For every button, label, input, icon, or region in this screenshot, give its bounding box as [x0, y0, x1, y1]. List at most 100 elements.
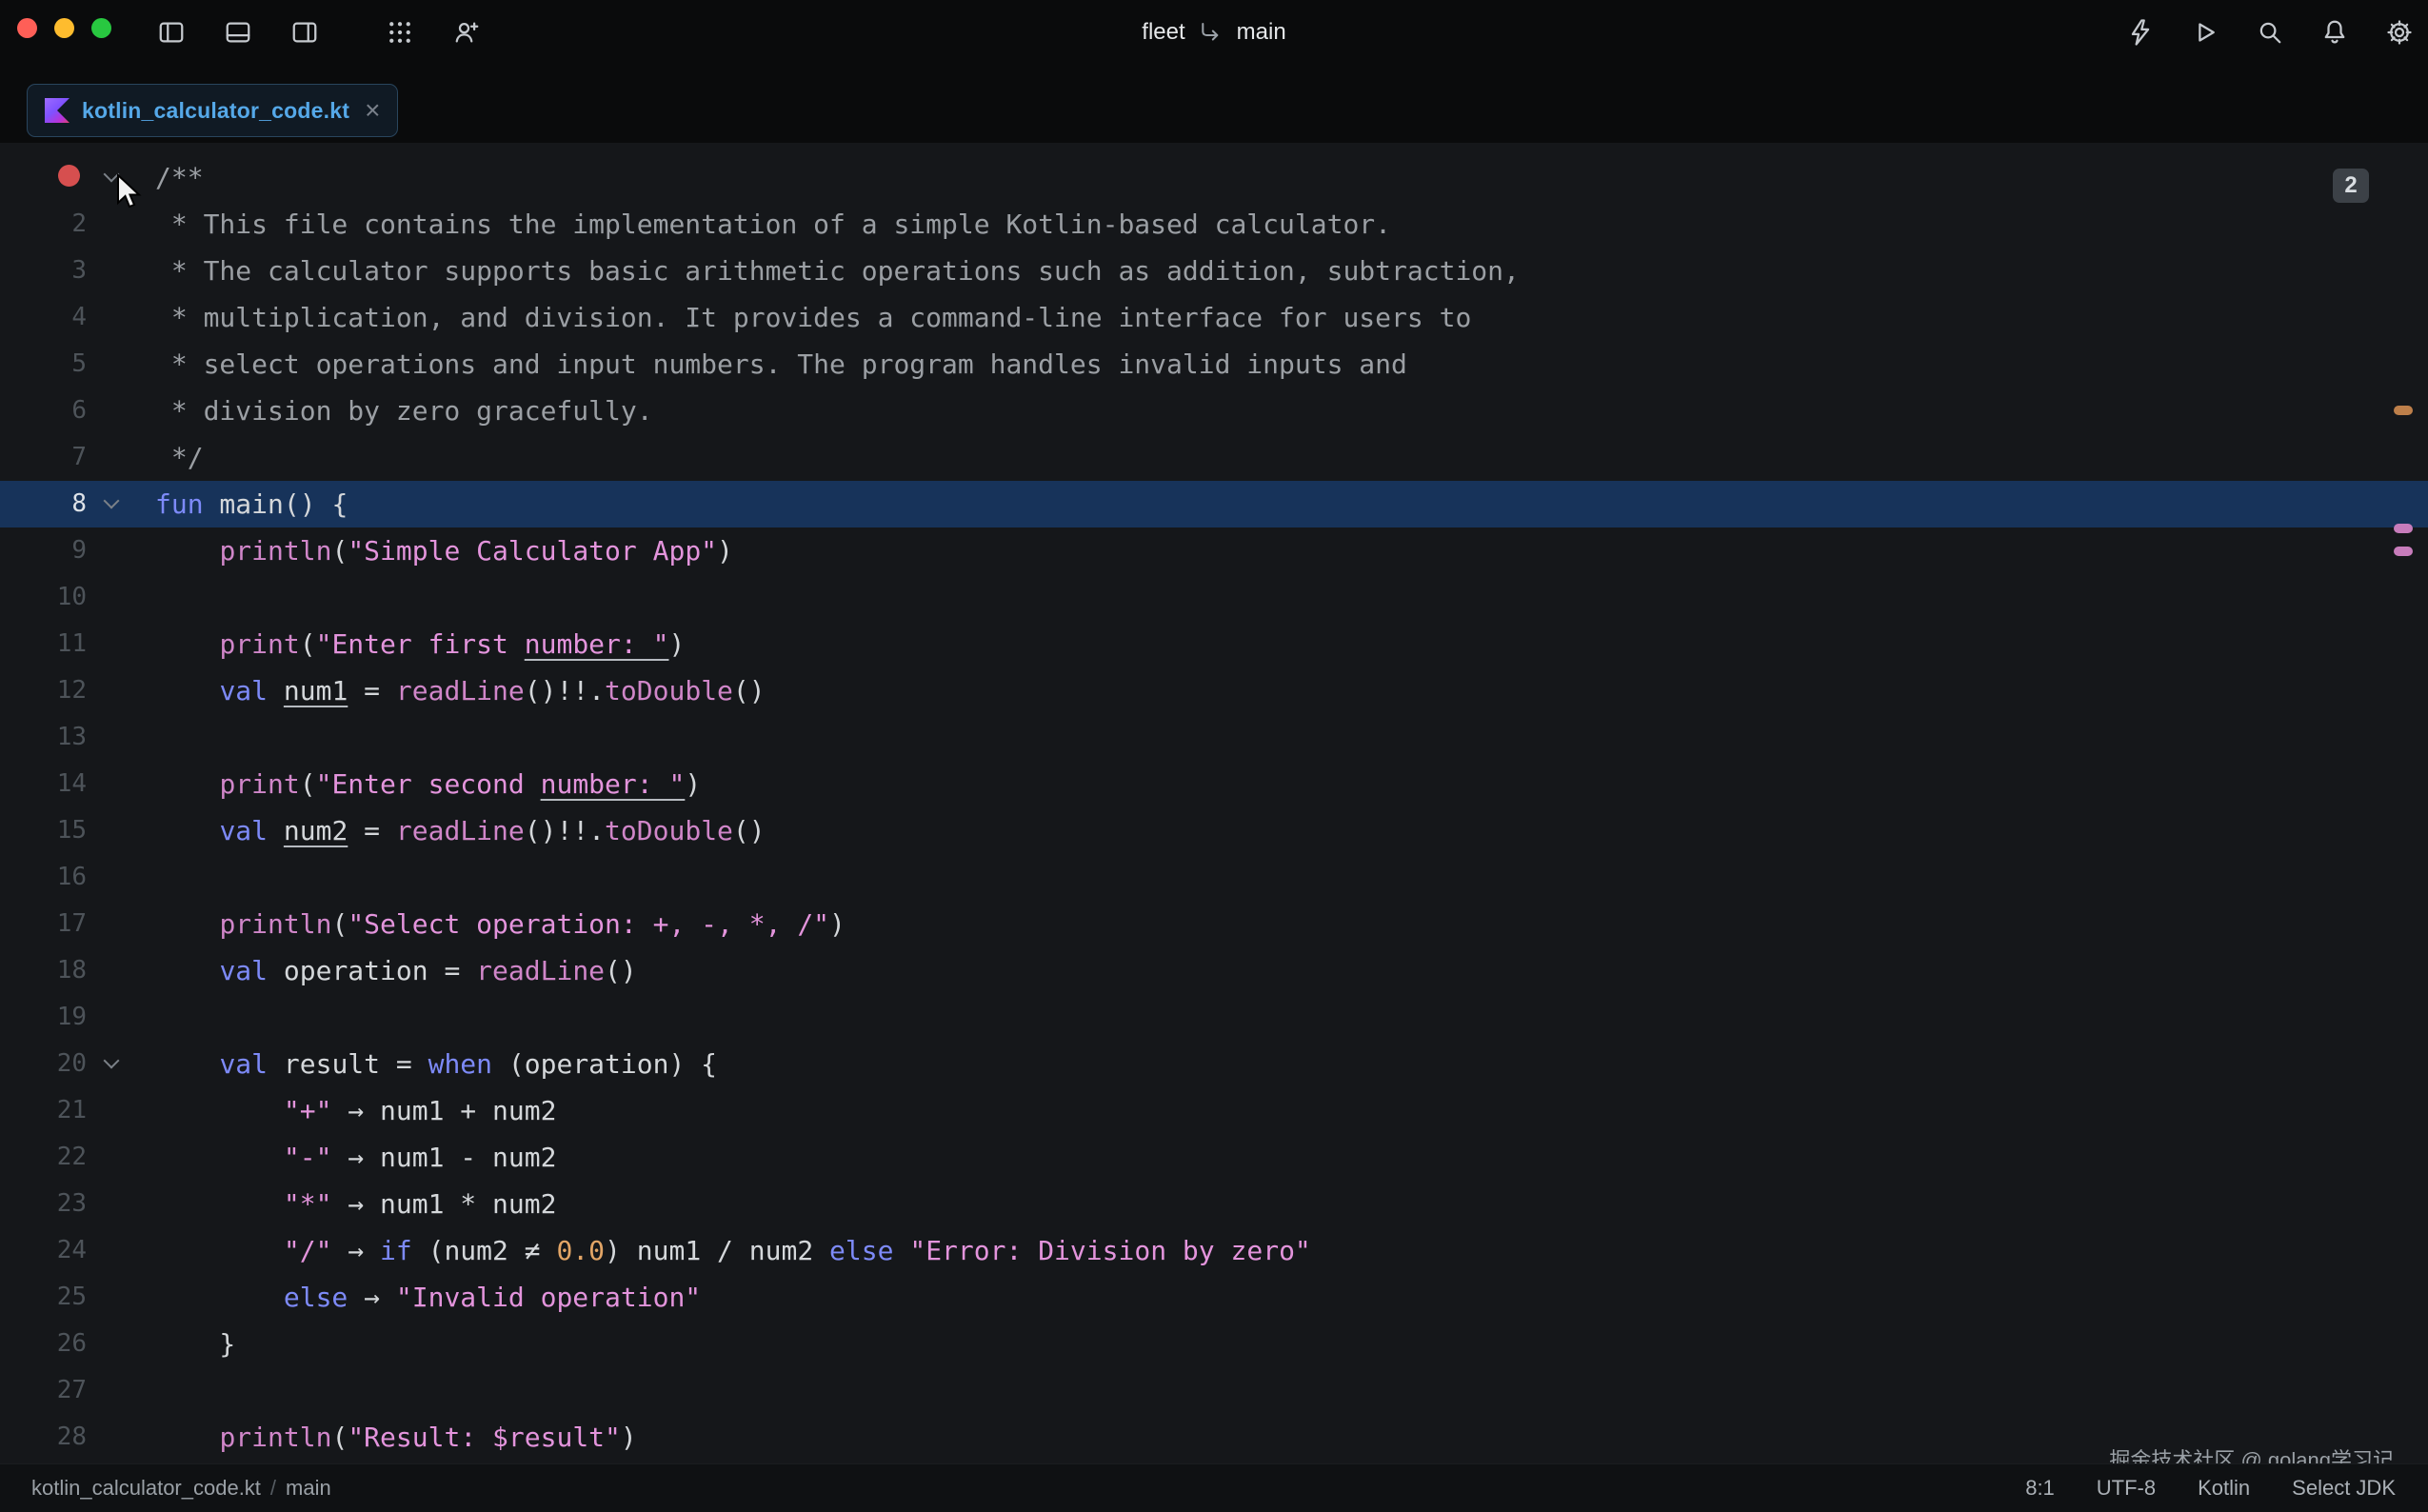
file-encoding[interactable]: UTF-8 [2097, 1476, 2156, 1501]
line-number-11[interactable]: 11 [0, 621, 87, 667]
add-collaborator-button[interactable] [448, 13, 486, 51]
code-text: "/" → if (num2 ≠ 0.0) num1 / num2 else "… [155, 1227, 1311, 1274]
code-line-20[interactable]: 20 val result = when (operation) { [0, 1041, 2428, 1087]
fold-column [87, 1414, 136, 1461]
code-line-17[interactable]: 17 println("Select operation: +, -, *, /… [0, 901, 2428, 947]
fold-column [87, 994, 136, 1041]
app-grid-button[interactable] [381, 13, 419, 51]
line-number-21[interactable]: 21 [0, 1087, 87, 1134]
code-lines[interactable]: /**2 * This file contains the implementa… [0, 154, 2428, 1461]
line-number-3[interactable]: 3 [0, 248, 87, 294]
code-line-4[interactable]: 4 * multiplication, and division. It pro… [0, 294, 2428, 341]
close-window-button[interactable] [17, 18, 37, 38]
code-line-27[interactable]: 27 [0, 1367, 2428, 1414]
line-number-4[interactable]: 4 [0, 294, 87, 341]
line-number-10[interactable]: 10 [0, 574, 87, 621]
line-number-1[interactable] [0, 154, 87, 201]
close-tab-icon[interactable]: × [365, 97, 380, 124]
code-line-5[interactable]: 5 * select operations and input numbers.… [0, 341, 2428, 388]
mouse-cursor [114, 173, 143, 211]
line-number-26[interactable]: 26 [0, 1321, 87, 1367]
code-editor[interactable]: /**2 * This file contains the implementa… [0, 143, 2428, 1463]
code-text: println("Result: $result") [155, 1414, 637, 1461]
code-line-2[interactable]: 2 * This file contains the implementatio… [0, 201, 2428, 248]
code-line-10[interactable]: 10 [0, 574, 2428, 621]
code-text: "+" → num1 + num2 [155, 1087, 556, 1134]
fold-column [87, 1321, 136, 1367]
problems-badge[interactable]: 2 [2333, 169, 2369, 203]
toggle-bottom-panel-button[interactable] [219, 13, 257, 51]
code-line-21[interactable]: 21 "+" → num1 + num2 [0, 1087, 2428, 1134]
code-line-28[interactable]: 28 println("Result: $result") [0, 1414, 2428, 1461]
code-line-16[interactable]: 16 [0, 854, 2428, 901]
fold-chevron-icon[interactable] [104, 493, 120, 509]
line-number-20[interactable]: 20 [0, 1041, 87, 1087]
line-number-14[interactable]: 14 [0, 761, 87, 807]
bell-icon [2320, 18, 2349, 47]
line-number-23[interactable]: 23 [0, 1181, 87, 1227]
search-button[interactable] [2251, 13, 2289, 51]
code-text: * select operations and input numbers. T… [155, 341, 1407, 388]
code-line-8[interactable]: 8fun main() { [0, 481, 2428, 527]
code-line-15[interactable]: 15 val num2 = readLine()!!.toDouble() [0, 807, 2428, 854]
line-number-8[interactable]: 8 [0, 481, 87, 527]
toggle-right-panel-button[interactable] [286, 13, 324, 51]
settings-button[interactable] [2380, 13, 2418, 51]
file-language[interactable]: Kotlin [2198, 1476, 2250, 1501]
code-line-6[interactable]: 6 * division by zero gracefully. [0, 388, 2428, 434]
code-line-18[interactable]: 18 val operation = readLine() [0, 947, 2428, 994]
line-number-18[interactable]: 18 [0, 947, 87, 994]
code-line-13[interactable]: 13 [0, 714, 2428, 761]
line-number-27[interactable]: 27 [0, 1367, 87, 1414]
line-number-7[interactable]: 7 [0, 434, 87, 481]
code-line-25[interactable]: 25 else → "Invalid operation" [0, 1274, 2428, 1321]
window-titlebar: fleet main [0, 0, 2428, 80]
code-line-24[interactable]: 24 "/" → if (num2 ≠ 0.0) num1 / num2 els… [0, 1227, 2428, 1274]
line-number-16[interactable]: 16 [0, 854, 87, 901]
code-line-26[interactable]: 26 } [0, 1321, 2428, 1367]
code-text: val num1 = readLine()!!.toDouble() [155, 667, 766, 714]
workspace-switcher[interactable]: fleet main [1142, 13, 1285, 51]
toggle-left-panel-button[interactable] [152, 13, 190, 51]
code-line-1[interactable]: /** [0, 154, 2428, 201]
fleet-window: fleet main [0, 0, 2428, 1512]
line-number-25[interactable]: 25 [0, 1274, 87, 1321]
fold-column [87, 1041, 136, 1087]
code-text: } [155, 1321, 235, 1367]
fold-column [87, 667, 136, 714]
code-line-3[interactable]: 3 * The calculator supports basic arithm… [0, 248, 2428, 294]
code-line-11[interactable]: 11 print("Enter first number: ") [0, 621, 2428, 667]
notifications-button[interactable] [2316, 13, 2354, 51]
fold-column [87, 901, 136, 947]
line-number-22[interactable]: 22 [0, 1134, 87, 1181]
code-line-23[interactable]: 23 "*" → num1 * num2 [0, 1181, 2428, 1227]
fold-chevron-icon[interactable] [104, 1053, 120, 1069]
code-line-7[interactable]: 7 */ [0, 434, 2428, 481]
breadcrumb-file[interactable]: kotlin_calculator_code.kt [31, 1476, 261, 1501]
zoom-window-button[interactable] [91, 18, 111, 38]
line-number-13[interactable]: 13 [0, 714, 87, 761]
code-line-14[interactable]: 14 print("Enter second number: ") [0, 761, 2428, 807]
caret-position[interactable]: 8:1 [2025, 1476, 2055, 1501]
line-number-28[interactable]: 28 [0, 1414, 87, 1461]
code-line-19[interactable]: 19 [0, 994, 2428, 1041]
code-line-12[interactable]: 12 val num1 = readLine()!!.toDouble() [0, 667, 2428, 714]
breadcrumb-branch[interactable]: main [286, 1476, 331, 1501]
breakpoint-dot[interactable] [58, 165, 80, 187]
quick-actions-button[interactable] [2121, 13, 2159, 51]
code-line-9[interactable]: 9 println("Simple Calculator App") [0, 527, 2428, 574]
line-number-9[interactable]: 9 [0, 527, 87, 574]
line-number-12[interactable]: 12 [0, 667, 87, 714]
tab-kotlin-calculator-code[interactable]: kotlin_calculator_code.kt × [27, 84, 398, 137]
run-button[interactable] [2186, 13, 2224, 51]
line-number-5[interactable]: 5 [0, 341, 87, 388]
minimize-window-button[interactable] [54, 18, 74, 38]
line-number-19[interactable]: 19 [0, 994, 87, 1041]
line-number-17[interactable]: 17 [0, 901, 87, 947]
line-number-15[interactable]: 15 [0, 807, 87, 854]
code-line-22[interactable]: 22 "-" → num1 - num2 [0, 1134, 2428, 1181]
line-number-6[interactable]: 6 [0, 388, 87, 434]
line-number-24[interactable]: 24 [0, 1227, 87, 1274]
line-number-2[interactable]: 2 [0, 201, 87, 248]
select-jdk[interactable]: Select JDK [2292, 1476, 2396, 1501]
